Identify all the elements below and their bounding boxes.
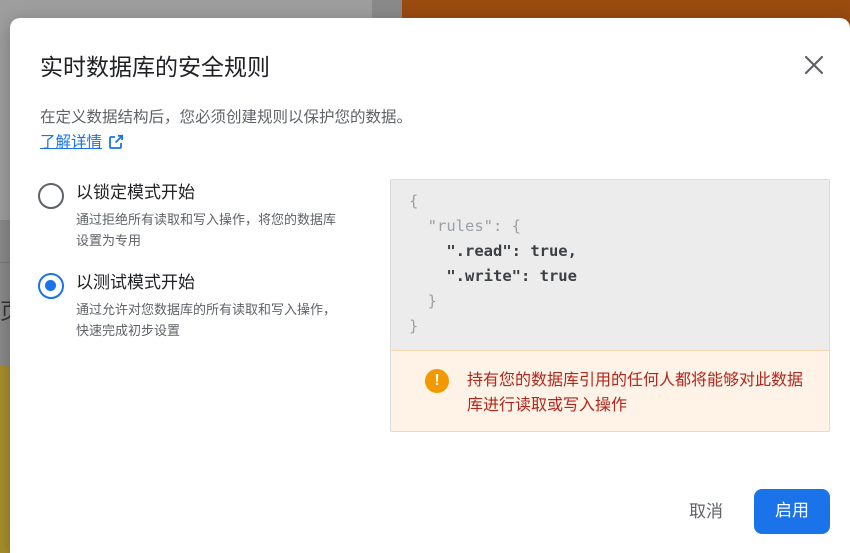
close-icon [804,55,824,75]
external-link-icon [109,134,124,149]
close-button[interactable] [800,51,828,79]
code-line: { [409,192,419,210]
cancel-button[interactable]: 取消 [676,490,736,534]
dialog-title: 实时数据库的安全规则 [40,55,270,81]
warning-icon: ! [425,369,449,393]
test-mode-description: 通过允许对您数据库的所有读取和写入操作，快速完成初步设置 [76,303,337,339]
enable-button[interactable]: 启用 [754,489,830,534]
code-line: "rules": { [409,217,521,235]
locked-mode-description: 通过拒绝所有读取和写入操作，将您的数据库设置为专用 [76,213,337,249]
test-mode-label: 以测试模式开始 [76,273,195,293]
dialog-description: 在定义数据结构后，您必须创建规则以保护您的数据。 [40,108,413,126]
warning-banner: ! 持有您的数据库引用的任何人都将能够对此数据库进行读取或写入操作 [391,350,829,431]
test-mode-radio[interactable] [38,273,64,299]
background-card-yellow [0,365,10,553]
code-line-read: ".read": true, [409,242,577,260]
code-line: } [409,317,419,335]
code-line-write: ".write": true [409,267,577,285]
rules-code: { "rules": { ".read": true, ".write": tr… [391,180,829,350]
security-rules-dialog: 实时数据库的安全规则 在定义数据结构后，您必须创建规则以保护您的数据。 了解详情… [10,18,850,553]
background-divider [0,262,10,263]
warning-text: 持有您的数据库引用的任何人都将能够对此数据库进行读取或写入操作 [467,370,804,414]
background-heading-fragment: 页 [0,298,10,328]
locked-mode-radio[interactable] [38,183,64,209]
learn-more-label: 了解详情 [40,133,103,151]
learn-more-link[interactable]: 了解详情 [40,130,124,154]
rules-preview: { "rules": { ".read": true, ".write": tr… [390,179,830,432]
code-line: } [409,292,437,310]
locked-mode-label: 以锁定模式开始 [76,183,195,203]
